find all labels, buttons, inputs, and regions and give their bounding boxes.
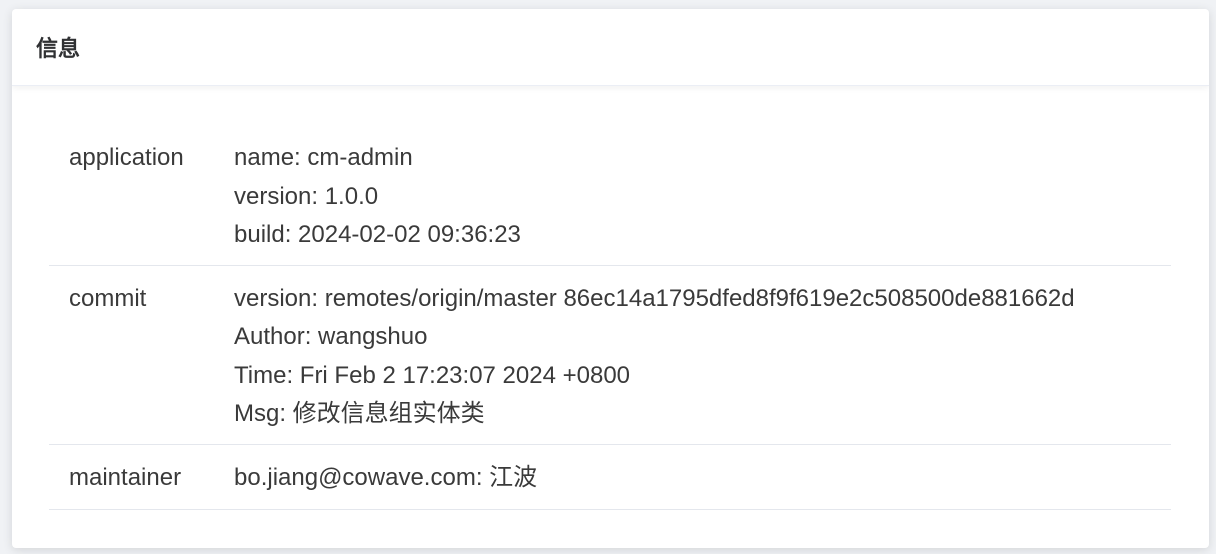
card-body: application name: cm-admin version: 1.0.… [12, 86, 1209, 510]
row-values: name: cm-admin version: 1.0.0 build: 202… [234, 136, 1171, 265]
value-line: version: remotes/origin/master 86ec14a17… [234, 284, 1075, 312]
row-values: version: remotes/origin/master 86ec14a17… [234, 265, 1171, 444]
value-line: build: 2024-02-02 09:36:23 [234, 221, 521, 248]
row-label: maintainer [69, 463, 182, 491]
info-table: application name: cm-admin version: 1.0.… [49, 136, 1171, 510]
value-line: Author: wangshuo [234, 323, 428, 350]
row-label: application [69, 144, 184, 171]
table-row-application: application name: cm-admin version: 1.0.… [49, 136, 1171, 265]
table-row-maintainer: maintainer bo.jiang@cowave.com: 江波 [49, 444, 1171, 510]
row-label: commit [69, 284, 147, 312]
value-line: Time: Fri Feb 2 17:23:07 2024 +0800 [234, 361, 631, 389]
value-line: version: 1.0.0 [234, 182, 379, 210]
value-line: name: cm-admin [234, 144, 413, 171]
card-header: 信息 [12, 9, 1209, 86]
row-values: bo.jiang@cowave.com: 江波 [234, 444, 1171, 510]
card-title: 信息 [36, 36, 81, 61]
value-line: Msg: 修改信息组实体类 [234, 400, 485, 427]
table-row-commit: commit version: remotes/origin/master 86… [49, 265, 1171, 444]
info-card: 信息 application name: cm-admin version: 1… [12, 9, 1209, 548]
value-line: bo.jiang@cowave.com: 江波 [234, 463, 538, 491]
